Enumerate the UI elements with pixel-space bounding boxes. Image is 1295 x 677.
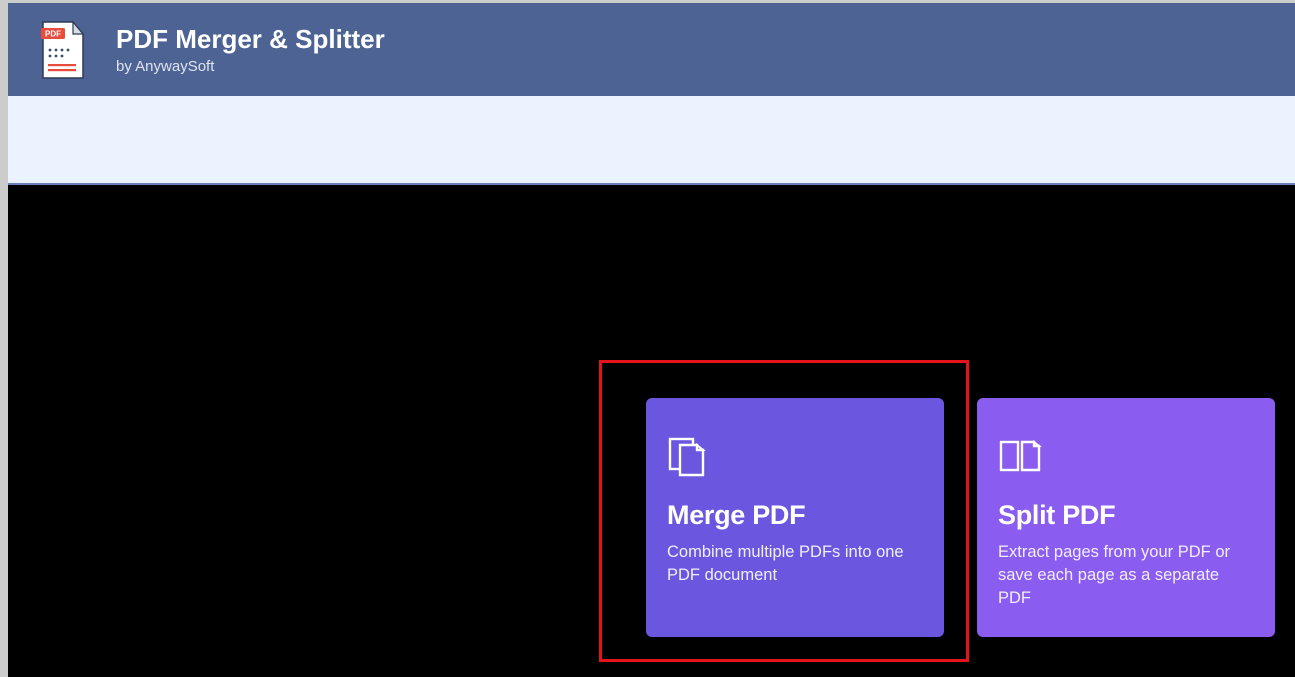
split-card-title: Split PDF [998,500,1254,531]
content-area: Merge PDF Combine multiple PDFs into one… [8,185,1295,675]
split-icon [998,436,1254,478]
merge-pdf-card[interactable]: Merge PDF Combine multiple PDFs into one… [646,398,944,637]
app-header: PDF PDF Merger & Splitter by AnywaySoft [8,3,1295,96]
header-text-block: PDF Merger & Splitter by AnywaySoft [116,24,385,74]
svg-text:PDF: PDF [45,29,61,38]
sub-header-band [8,96,1295,185]
app-logo-icon: PDF [38,20,88,80]
split-pdf-card[interactable]: Split PDF Extract pages from your PDF or… [977,398,1275,637]
merge-card-description: Combine multiple PDFs into one PDF docum… [667,541,923,587]
app-window: PDF PDF Merger & Splitter by AnywaySoft [8,3,1295,677]
app-title: PDF Merger & Splitter [116,24,385,55]
app-publisher: by AnywaySoft [116,58,385,75]
merge-card-title: Merge PDF [667,500,923,531]
merge-icon [667,436,923,478]
split-card-description: Extract pages from your PDF or save each… [998,541,1254,609]
